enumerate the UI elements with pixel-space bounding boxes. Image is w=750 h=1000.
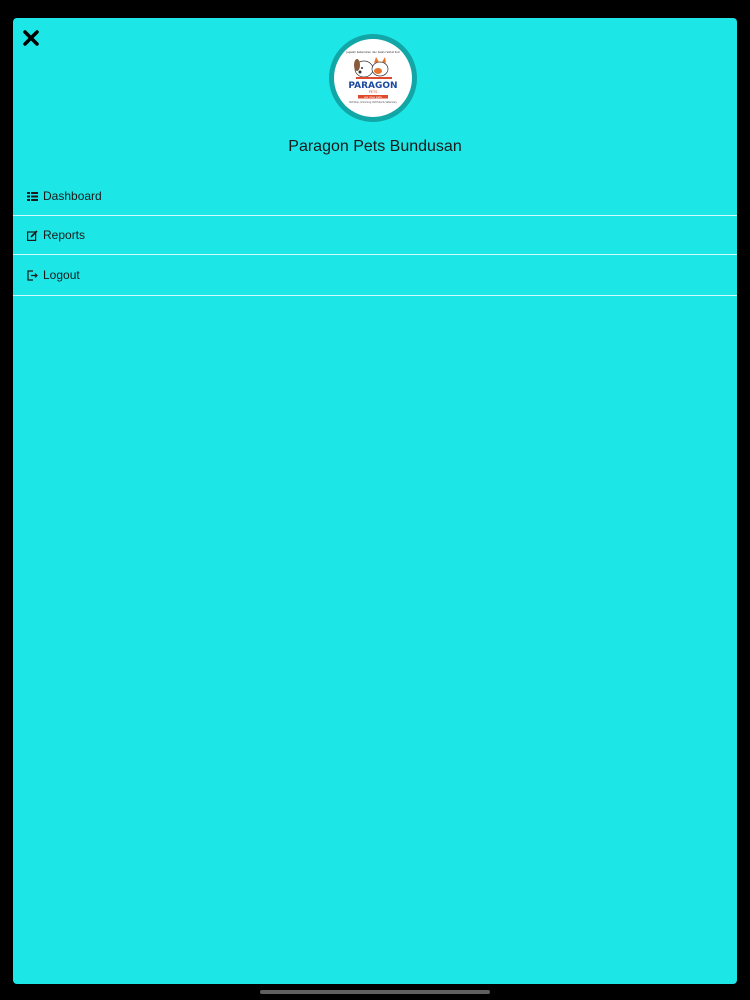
menu-item-reports[interactable]: Reports [13,216,737,255]
svg-text:PETS: PETS [369,90,378,94]
svg-text:we love pets: we love pets [364,95,382,99]
menu-item-dashboard[interactable]: Dashboard [13,177,737,216]
menu-item-logout[interactable]: Logout [13,255,737,296]
store-logo: Jagalah Kebersihan dan Selalu Sehat Ikut… [329,34,417,122]
nav-menu: Dashboard Reports Logout [13,177,737,296]
logout-icon [27,269,38,281]
edit-icon [27,229,38,241]
svg-text:Jagalah Kebersihan dan Selalu: Jagalah Kebersihan dan Selalu Sehat Ikut [345,50,399,54]
close-icon[interactable] [21,28,41,48]
menu-item-label: Logout [43,268,80,282]
home-indicator[interactable] [260,990,490,994]
menu-item-label: Dashboard [43,189,102,203]
list-icon [27,191,38,202]
menu-item-label: Reports [43,228,86,242]
svg-text:Pet Shop, Grooming, Pet Hotel: Pet Shop, Grooming, Pet Hotel & Veterina… [349,101,397,104]
side-menu-panel: Jagalah Kebersihan dan Selalu Sehat Ikut… [13,18,737,984]
store-name: Paragon Pets Bundusan [288,138,462,155]
